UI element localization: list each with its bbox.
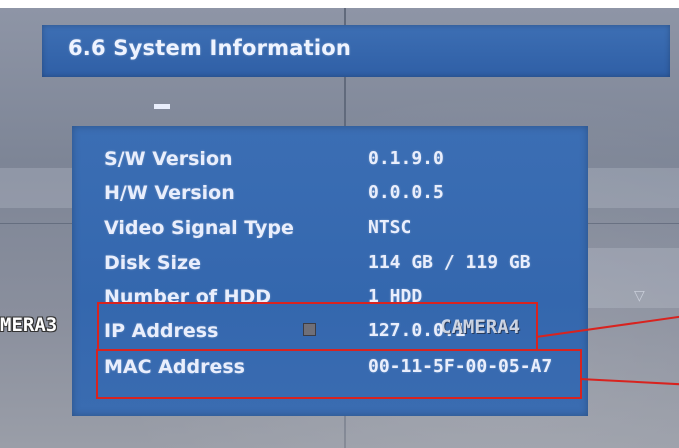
minus-mark	[154, 104, 170, 109]
info-label: S/W Version	[104, 148, 233, 170]
info-row-hw-version: H/W Version 0.0.0.5	[72, 182, 588, 210]
info-label: Video Signal Type	[104, 217, 294, 239]
info-value: 0.1.9.0	[368, 148, 444, 169]
info-value: 0.0.0.5	[368, 182, 444, 203]
mac-address-highlight	[96, 349, 582, 399]
info-label: H/W Version	[104, 182, 235, 204]
ip-address-highlight	[97, 302, 538, 351]
info-value: 114 GB / 119 GB	[368, 252, 531, 273]
info-row-disk-size: Disk Size 114 GB / 119 GB	[72, 252, 588, 280]
camera3-label: MERA3	[0, 314, 58, 336]
chevron-down-icon: ▽	[634, 288, 645, 304]
info-value: NTSC	[368, 217, 412, 238]
info-label: Disk Size	[104, 252, 201, 274]
info-row-sw-version: S/W Version 0.1.9.0	[72, 148, 588, 176]
info-row-video-signal: Video Signal Type NTSC	[72, 217, 588, 245]
title-bar: 6.6 System Information	[42, 25, 670, 77]
page-title: 6.6 System Information	[68, 36, 352, 60]
mac-pointer-line	[579, 378, 679, 386]
dvr-screen: 6.6 System Information S/W Version 0.1.9…	[0, 8, 679, 448]
